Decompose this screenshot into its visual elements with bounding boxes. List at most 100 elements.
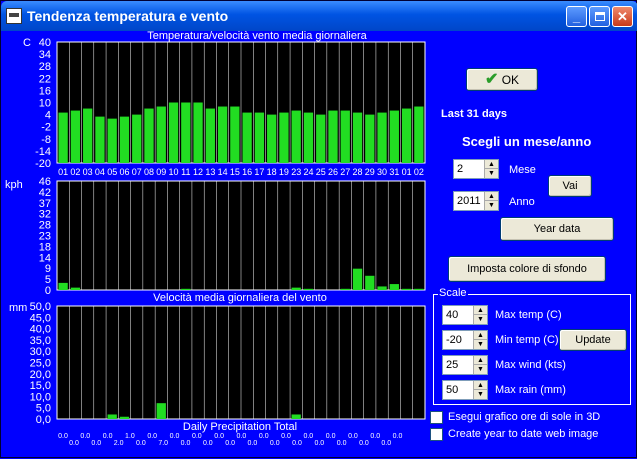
x-tick-label: 12 [193,167,203,177]
bar [58,282,68,290]
daily-total-label: 0.0 [237,433,247,440]
sun-3d-checkbox[interactable] [430,411,443,424]
x-tick-label: 28 [353,167,363,177]
down-arrow-icon[interactable]: ▼ [485,169,498,178]
bar [316,114,326,163]
y-tick-label: -8 [41,134,51,146]
daily-total-label: 0.0 [359,440,369,447]
x-tick-label: 30 [377,167,387,177]
x-tick-label: 05 [107,167,117,177]
chart-title: Temperatura/velocità vento media giornal… [147,30,367,42]
up-arrow-icon[interactable]: ▲ [474,331,487,340]
ok-button[interactable]: ✔ OK [466,68,538,91]
go-button[interactable]: Vai [548,175,592,197]
daily-total-label: 0.0 [170,433,180,440]
x-tick-label: 24 [303,167,313,177]
y-tick-label: 25,0 [30,358,51,370]
bar [181,102,191,163]
scale-title: Scale [438,287,468,299]
year-data-button[interactable]: Year data [500,217,614,241]
sun-3d-label: Esegui grafico ore di sole in 3D [448,411,601,423]
max-wind-stepper[interactable]: 25 ▲ ▼ [442,355,488,375]
daily-total-label: 0.0 [370,433,380,440]
bar [83,108,93,163]
x-tick-label: 01 [58,167,68,177]
daily-total-label: 0.0 [381,440,391,447]
y-tick-label: 10,0 [30,391,51,403]
minimize-button[interactable]: _ [566,6,587,27]
bar [144,108,154,163]
daily-total-label: 0.0 [337,440,347,447]
down-arrow-icon[interactable]: ▼ [474,365,487,374]
daily-total-label: 0.0 [393,433,403,440]
y-tick-label: 50,0 [30,301,51,313]
max-temp-label: Max temp (C) [495,309,562,321]
bar [291,287,301,290]
min-temp-stepper[interactable]: -20 ▲ ▼ [442,330,488,350]
update-button[interactable]: Update [559,329,627,351]
y-unit-label: mm [9,302,27,314]
y-tick-label: 16 [39,85,51,97]
choose-month-year-label: Scegli un mese/anno [462,134,592,149]
up-arrow-icon[interactable]: ▲ [474,381,487,390]
bar [70,287,81,290]
x-tick-label: 09 [156,167,166,177]
daily-total-label: 0.0 [147,433,157,440]
up-arrow-icon[interactable]: ▲ [485,192,498,201]
year-label: Anno [509,196,535,208]
minimize-icon: _ [572,9,581,24]
bar [132,114,142,163]
down-arrow-icon[interactable]: ▼ [485,201,498,210]
daily-total-label: 1.0 [125,433,135,440]
up-arrow-icon[interactable]: ▲ [474,356,487,365]
bar [365,114,375,163]
month-stepper[interactable]: 2 ▲ ▼ [453,159,499,179]
bar [217,106,228,163]
daily-total-label: 0.0 [303,433,313,440]
bar [303,112,314,163]
bar [70,110,81,163]
maximize-button[interactable] [589,6,610,27]
bar [58,112,68,163]
bar [352,268,363,290]
daily-total-label: 0.0 [58,433,68,440]
up-arrow-icon[interactable]: ▲ [474,306,487,315]
bar [328,110,338,163]
precipitation-total-title: Daily Precipitation Total [183,421,297,433]
background-color-button[interactable]: Imposta colore di sfondo [448,256,606,282]
bar [291,414,301,419]
bar [414,288,424,290]
bar [230,106,240,163]
y-tick-label: 5,0 [36,403,51,415]
bar [377,286,387,290]
bar [303,288,314,290]
web-image-checkbox[interactable] [430,428,443,441]
max-rain-stepper[interactable]: 50 ▲ ▼ [442,380,488,400]
down-arrow-icon[interactable]: ▼ [474,315,487,324]
web-image-label: Create year to date web image [448,428,599,440]
down-arrow-icon[interactable]: ▼ [474,340,487,349]
bar [119,416,130,419]
bar [205,108,215,163]
x-tick-label: 27 [340,167,350,177]
close-button[interactable]: ✕ [612,6,633,27]
max-wind-label: Max wind (kts) [495,359,566,371]
daily-total-label: 0.0 [214,433,224,440]
month-value: 2 [457,163,464,175]
max-temp-value: 40 [446,309,459,321]
chart-panel-1: 4034282216104-2-8-14-20CTemperatura/velo… [23,30,426,177]
x-tick-label: 17 [254,167,264,177]
down-arrow-icon[interactable]: ▼ [474,390,487,399]
x-tick-label: 23 [291,167,301,177]
x-tick-label: 06 [119,167,129,177]
x-tick-label: 08 [144,167,154,177]
ok-label: OK [501,73,520,87]
x-tick-label: 16 [242,167,252,177]
bar [242,112,252,163]
up-arrow-icon[interactable]: ▲ [485,160,498,169]
y-tick-label: -2 [41,122,51,134]
app-window: Tendenza temperatura e vento _ ✕ 40 34 28 2… [0,0,637,458]
year-stepper[interactable]: 2011 ▲ ▼ [453,191,499,211]
max-temp-stepper[interactable]: 40 ▲ ▼ [442,305,488,325]
x-tick-label: 18 [267,167,277,177]
